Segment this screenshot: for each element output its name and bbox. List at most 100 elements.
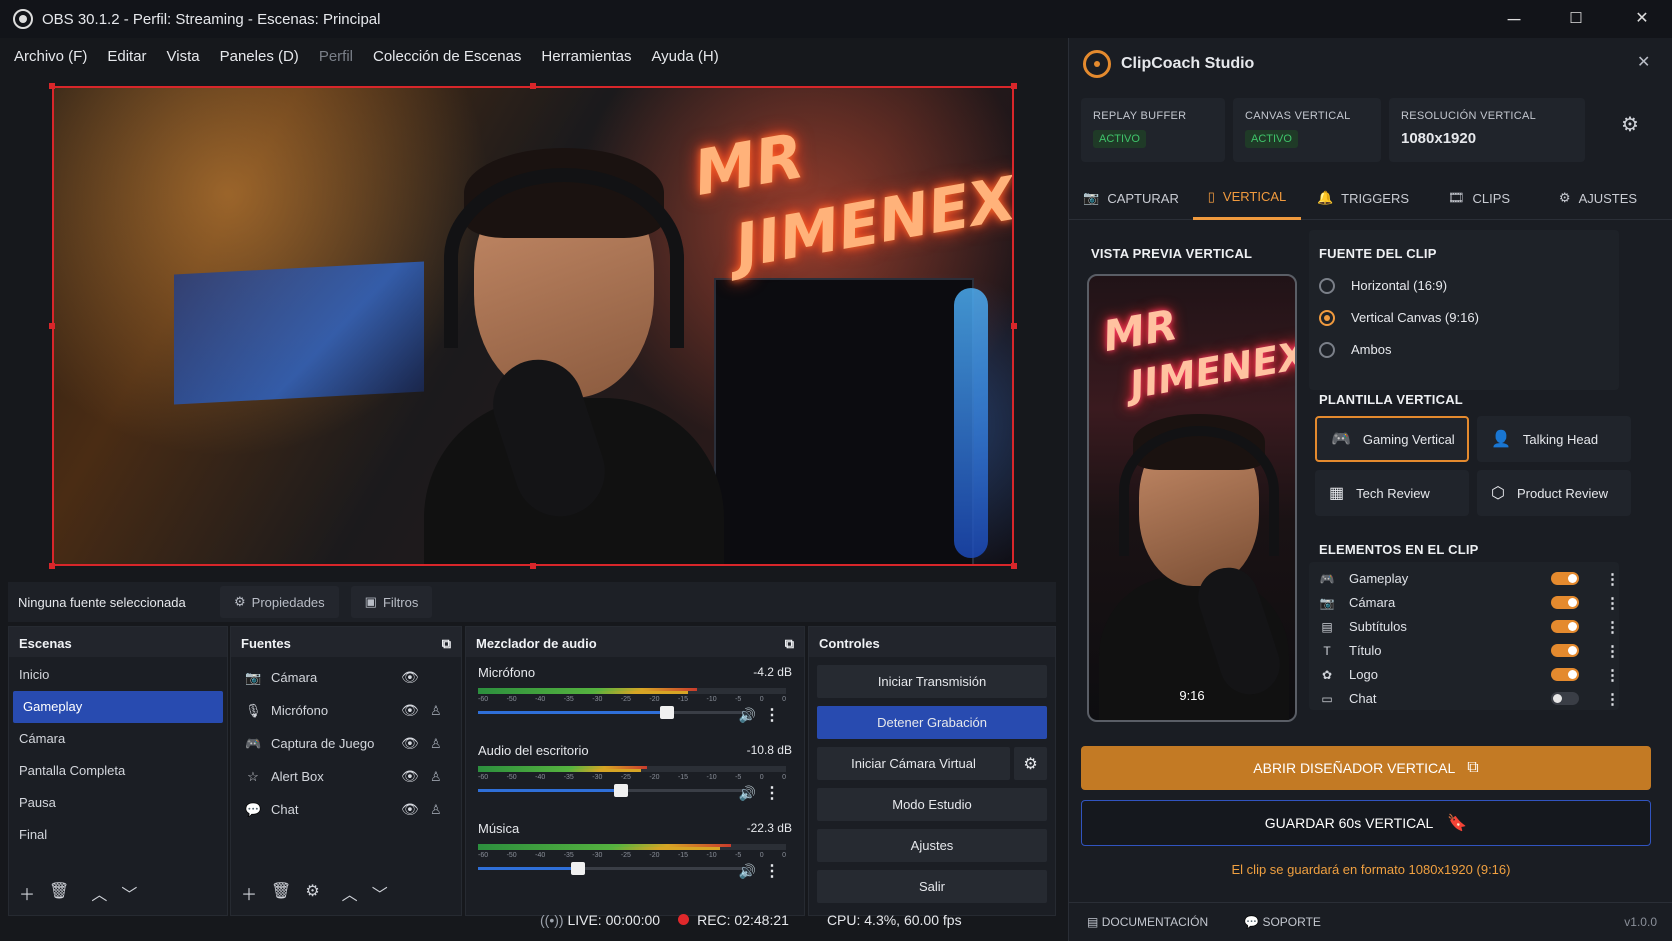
panel-close-icon[interactable]: ✕ <box>1637 52 1650 72</box>
volume-slider[interactable] <box>478 706 748 719</box>
stop-recording-button[interactable]: Detener Grabación <box>817 706 1047 739</box>
add-source-icon[interactable]: ＋ <box>241 881 257 905</box>
visibility-eye-icon[interactable]: 👁 <box>401 801 419 818</box>
more-options-icon[interactable]: ⋮ <box>1605 570 1620 588</box>
studio-mode-button[interactable]: Modo Estudio <box>817 788 1047 821</box>
exit-button[interactable]: Salir <box>817 870 1047 903</box>
visibility-eye-icon[interactable]: 👁 <box>401 669 419 686</box>
volume-knob[interactable] <box>660 706 674 719</box>
lock-icon[interactable]: ♙ <box>430 769 442 785</box>
save-vertical-button[interactable]: GUARDAR 60s VERTICAL 🔖 <box>1081 800 1651 846</box>
menu-help[interactable]: Ayuda (H) <box>651 48 718 65</box>
speaker-icon[interactable]: 🔊 <box>739 785 756 802</box>
source-item[interactable]: 🎮 Captura de Juego 👁 ♙ <box>231 727 461 760</box>
tab-vertical[interactable]: ▯ VERTICAL <box>1193 176 1301 220</box>
element-toggle[interactable] <box>1551 644 1579 657</box>
template-tech-review[interactable]: ▦ Tech Review <box>1315 470 1469 516</box>
menu-tools[interactable]: Herramientas <box>541 48 631 65</box>
more-options-icon[interactable]: ⋮ <box>1605 666 1620 684</box>
radio-vertical-canvas[interactable] <box>1319 310 1335 326</box>
filters-button[interactable]: ▣ Filtros <box>350 586 433 618</box>
radio-both[interactable] <box>1319 342 1335 358</box>
more-options-icon[interactable]: ⋮ <box>764 861 780 881</box>
menu-edit[interactable]: Editar <box>107 48 146 65</box>
scene-item[interactable]: Gameplay <box>13 691 223 723</box>
element-toggle[interactable] <box>1551 596 1579 609</box>
more-options-icon[interactable]: ⋮ <box>1605 618 1620 636</box>
template-talking-head[interactable]: 👤 Talking Head <box>1477 416 1631 462</box>
move-up-icon[interactable]: ︿ <box>91 881 107 905</box>
menu-scene-collection[interactable]: Colección de Escenas <box>373 48 521 65</box>
meter-tick: -35 <box>563 696 574 703</box>
radio-horizontal[interactable] <box>1319 278 1335 294</box>
clip-source-section: FUENTE DEL CLIP Horizontal (16:9) Vertic… <box>1309 230 1619 390</box>
more-options-icon[interactable]: ⋮ <box>764 705 780 725</box>
support-link[interactable]: 💬 SOPORTE <box>1244 915 1321 929</box>
volume-knob[interactable] <box>614 784 629 797</box>
add-scene-icon[interactable]: ＋ <box>19 881 35 905</box>
source-item[interactable]: 💬 Chat 👁 ♙ <box>231 793 461 826</box>
minimize-button[interactable]: ─ <box>1494 6 1534 32</box>
menu-docks[interactable]: Paneles (D) <box>220 48 299 65</box>
element-toggle[interactable] <box>1551 620 1579 633</box>
undock-icon[interactable]: ⧉ <box>785 636 794 651</box>
start-virtual-camera-button[interactable]: Iniciar Cámara Virtual <box>817 747 1010 780</box>
open-vertical-designer-button[interactable]: ABRIR DISEÑADOR VERTICAL ⧉ <box>1081 746 1651 790</box>
more-options-icon[interactable]: ⋮ <box>764 783 780 803</box>
lock-icon[interactable]: ♙ <box>430 802 442 818</box>
undock-icon[interactable]: ⧉ <box>442 636 451 651</box>
tab-triggers[interactable]: 🔔 TRIGGERS <box>1301 176 1425 220</box>
speaker-icon[interactable]: 🔊 <box>739 863 756 880</box>
tab-clips[interactable]: 🎞 CLIPS <box>1425 176 1533 220</box>
move-down-icon[interactable]: ﹀ <box>372 881 388 905</box>
panel-settings-icon[interactable]: ⚙ <box>1621 112 1639 137</box>
tab-settings[interactable]: ⚙ AJUSTES <box>1533 176 1663 220</box>
menu-file[interactable]: Archivo (F) <box>14 48 87 65</box>
more-options-icon[interactable]: ⋮ <box>1605 594 1620 612</box>
docs-link[interactable]: ▤ DOCUMENTACIÓN <box>1087 915 1208 929</box>
scene-item[interactable]: Inicio <box>9 659 227 691</box>
visibility-eye-icon[interactable]: 👁 <box>401 768 419 785</box>
delete-source-icon[interactable]: 🗑 <box>271 881 291 905</box>
element-toggle[interactable] <box>1551 692 1579 705</box>
volume-knob[interactable] <box>570 862 585 875</box>
scene-item[interactable]: Final <box>9 819 227 851</box>
menu-profile[interactable]: Perfil <box>319 48 353 65</box>
template-gaming-vertical[interactable]: 🎮 Gaming Vertical <box>1315 416 1469 462</box>
template-product-review[interactable]: ⬡ Product Review <box>1477 470 1631 516</box>
speaker-icon[interactable]: 🔊 <box>739 707 756 724</box>
volume-slider[interactable] <box>478 784 748 797</box>
volume-slider[interactable] <box>478 862 748 875</box>
visibility-eye-icon[interactable]: 👁 <box>401 735 419 752</box>
more-options-icon[interactable]: ⋮ <box>1605 642 1620 660</box>
scene-item[interactable]: Pantalla Completa <box>9 755 227 787</box>
source-item[interactable]: 🎙 Micrófono 👁 ♙ <box>231 694 461 727</box>
vertical-canvas-card: CANVAS VERTICAL ACTIVO <box>1233 98 1381 162</box>
meter-scale: -60 -50 -40 -35 -30 -25 -20 -15 -10 -5 0 0 <box>478 696 786 703</box>
tab-capture[interactable]: 📷 CAPTURAR <box>1069 176 1193 220</box>
meter-tick: -60 <box>478 774 489 781</box>
visibility-eye-icon[interactable]: 👁 <box>401 702 419 719</box>
close-button[interactable]: ✕ <box>1622 6 1662 32</box>
scene-item[interactable]: Cámara <box>9 723 227 755</box>
element-toggle[interactable] <box>1551 668 1579 681</box>
menu-view[interactable]: Vista <box>167 48 200 65</box>
source-settings-icon[interactable]: ⚙ <box>305 881 319 905</box>
move-up-icon[interactable]: ︿ <box>342 881 358 905</box>
lock-icon[interactable]: ♙ <box>430 736 442 752</box>
delete-scene-icon[interactable]: 🗑 <box>49 881 69 905</box>
scene-item[interactable]: Pausa <box>9 787 227 819</box>
source-item[interactable]: ☆ Alert Box 👁 ♙ <box>231 760 461 793</box>
start-stream-button[interactable]: Iniciar Transmisión <box>817 665 1047 698</box>
settings-button[interactable]: Ajustes <box>817 829 1047 862</box>
source-item[interactable]: 📷 Cámara 👁 <box>231 661 461 694</box>
maximize-button[interactable]: ☐ <box>1556 6 1596 32</box>
move-down-icon[interactable]: ﹀ <box>121 881 137 905</box>
element-toggle[interactable] <box>1551 572 1579 585</box>
more-options-icon[interactable]: ⋮ <box>1605 690 1620 708</box>
program-preview[interactable]: MR JIMENEX <box>52 86 1014 566</box>
card-label: CANVAS VERTICAL <box>1245 110 1351 122</box>
virtual-camera-settings-icon[interactable]: ⚙ <box>1014 747 1047 780</box>
properties-button[interactable]: ⚙ Propiedades <box>220 586 339 618</box>
lock-icon[interactable]: ♙ <box>430 703 442 719</box>
